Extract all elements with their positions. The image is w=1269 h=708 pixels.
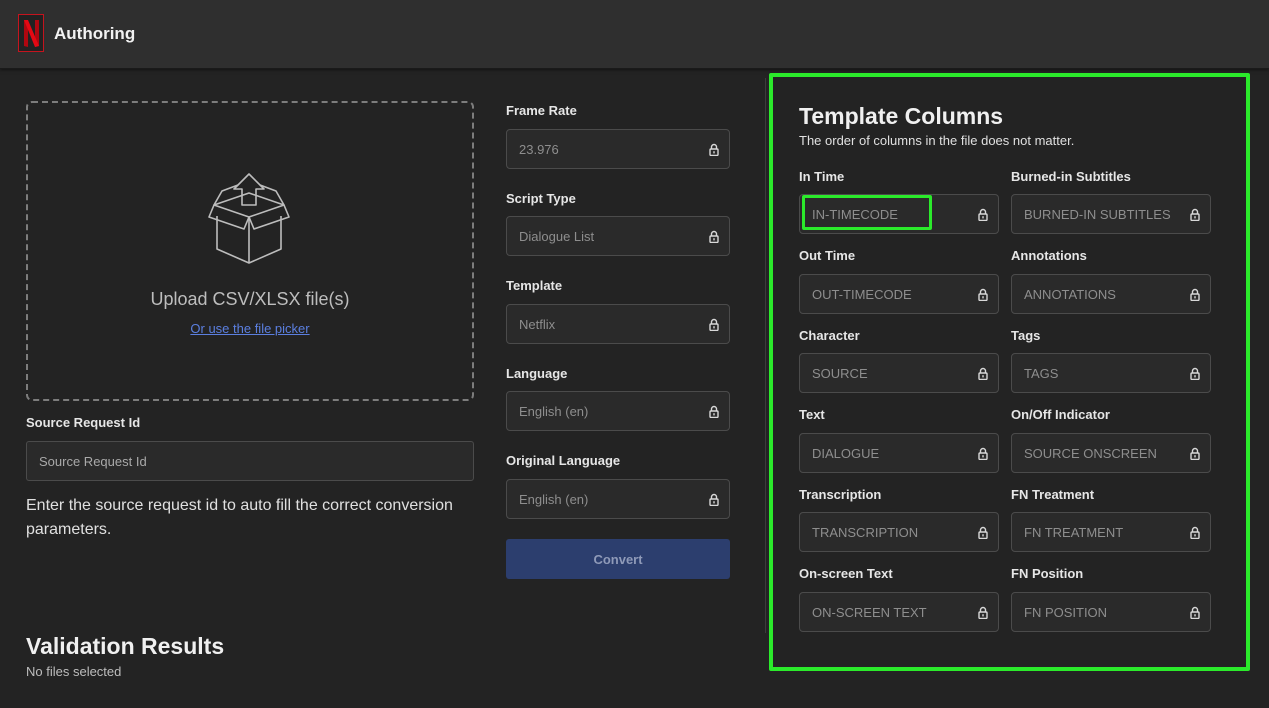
lock-icon: [709, 493, 719, 506]
netflix-n-icon: [24, 20, 39, 47]
burned-in-subtitles-value: BURNED-IN SUBTITLES: [1024, 207, 1171, 222]
character-label: Character: [799, 328, 860, 343]
lock-icon: [978, 526, 988, 539]
annotations-label: Annotations: [1011, 248, 1087, 263]
open-box-upload-icon: [208, 173, 290, 264]
lock-icon: [1190, 606, 1200, 619]
fn-position-field[interactable]: FN POSITION: [1011, 592, 1211, 632]
lock-icon: [1190, 526, 1200, 539]
original-language-value: English (en): [519, 492, 589, 507]
out-time-label: Out Time: [799, 248, 856, 263]
script-type-label: Script Type: [506, 191, 576, 206]
on-off-indicator-field[interactable]: SOURCE ONSCREEN: [1011, 433, 1211, 473]
template-value: Netflix: [519, 317, 556, 332]
fn-treatment-value: FN TREATMENT: [1024, 525, 1124, 540]
annotations-field[interactable]: ANNOTATIONS: [1011, 274, 1211, 314]
template-field[interactable]: Netflix: [506, 304, 730, 344]
transcription-label: Transcription: [799, 487, 882, 502]
lock-icon: [978, 208, 988, 221]
lock-icon: [709, 143, 719, 156]
lock-icon: [709, 230, 719, 243]
out-time-value: OUT-TIMECODE: [812, 287, 912, 302]
file-picker-link[interactable]: Or use the file picker: [28, 321, 472, 336]
source-request-input[interactable]: [26, 441, 474, 481]
on-screen-text-value: ON-SCREEN TEXT: [812, 605, 927, 620]
annotations-value: ANNOTATIONS: [1024, 287, 1116, 302]
frame-rate-label: Frame Rate: [506, 103, 577, 118]
in-time-highlight: [802, 195, 932, 230]
on-screen-text-label: On-screen Text: [799, 566, 893, 581]
on-off-indicator-label: On/Off Indicator: [1011, 407, 1110, 422]
text-field[interactable]: DIALOGUE: [799, 433, 999, 473]
lock-icon: [709, 318, 719, 331]
transcription-value: TRANSCRIPTION: [812, 525, 919, 540]
lock-icon: [978, 367, 988, 380]
language-value: English (en): [519, 404, 589, 419]
lock-icon: [709, 405, 719, 418]
app-title: Authoring: [54, 24, 136, 43]
on-screen-text-field[interactable]: ON-SCREEN TEXT: [799, 592, 999, 632]
original-language-field[interactable]: English (en): [506, 479, 730, 519]
language-field[interactable]: English (en): [506, 391, 730, 431]
fn-treatment-label: FN Treatment: [1011, 487, 1095, 502]
template-columns-title: Template Columns: [799, 103, 1004, 129]
frame-rate-value: 23.976: [519, 142, 559, 157]
tags-field[interactable]: TAGS: [1011, 353, 1211, 393]
convert-button[interactable]: Convert: [506, 539, 730, 579]
fn-treatment-field[interactable]: FN TREATMENT: [1011, 512, 1211, 552]
out-time-field[interactable]: OUT-TIMECODE: [799, 274, 999, 314]
text-label: Text: [799, 407, 825, 422]
burned-in-subtitles-label: Burned-in Subtitles: [1011, 169, 1131, 184]
script-type-field[interactable]: Dialogue List: [506, 216, 730, 256]
fn-position-value: FN POSITION: [1024, 605, 1108, 620]
app-header: Authoring: [0, 0, 1269, 69]
on-off-indicator-value: SOURCE ONSCREEN: [1024, 446, 1157, 461]
language-label: Language: [506, 366, 568, 381]
in-time-label: In Time: [799, 169, 845, 184]
lock-icon: [1190, 367, 1200, 380]
lock-icon: [1190, 447, 1200, 460]
source-request-label: Source Request Id: [26, 415, 141, 430]
transcription-field[interactable]: TRANSCRIPTION: [799, 512, 999, 552]
lock-icon: [1190, 288, 1200, 301]
text-value: DIALOGUE: [812, 446, 880, 461]
template-label: Template: [506, 278, 563, 293]
character-field[interactable]: SOURCE: [799, 353, 999, 393]
original-language-label: Original Language: [506, 453, 621, 468]
panel-divider: [765, 78, 766, 633]
tags-label: Tags: [1011, 328, 1041, 343]
burned-in-subtitles-field[interactable]: BURNED-IN SUBTITLES: [1011, 194, 1211, 234]
lock-icon: [978, 606, 988, 619]
fn-position-label: FN Position: [1011, 566, 1084, 581]
upload-dropzone[interactable]: Upload CSV/XLSX file(s) Or use the file …: [26, 101, 474, 401]
template-columns-subtitle: The order of columns in the file does no…: [799, 133, 1075, 148]
character-value: SOURCE: [812, 366, 868, 381]
script-type-value: Dialogue List: [519, 229, 595, 244]
validation-title: Validation Results: [26, 633, 225, 659]
netflix-logo[interactable]: [18, 14, 44, 52]
lock-icon: [978, 447, 988, 460]
tags-value: TAGS: [1024, 366, 1059, 381]
source-request-help: Enter the source request id to auto fill…: [26, 497, 453, 538]
lock-icon: [1190, 208, 1200, 221]
validation-status: No files selected: [26, 664, 122, 679]
upload-title: Upload CSV/XLSX file(s): [150, 289, 350, 309]
lock-icon: [978, 288, 988, 301]
frame-rate-field[interactable]: 23.976: [506, 129, 730, 169]
